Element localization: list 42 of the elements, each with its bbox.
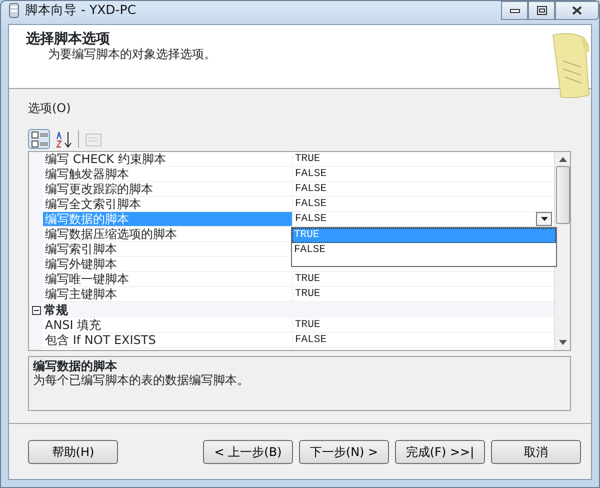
- window-title: 脚本向导 - YXD-PC: [25, 1, 136, 20]
- wizard-button[interactable]: 取消: [491, 440, 581, 464]
- property-value[interactable]: TRUE: [295, 288, 320, 300]
- property-value[interactable]: TRUE: [295, 319, 320, 331]
- wizard-button[interactable]: 下一步(N) >: [299, 440, 389, 464]
- wizard-button[interactable]: 帮助(H): [28, 440, 118, 464]
- close-icon: [572, 6, 582, 15]
- property-value[interactable]: FALSE: [295, 198, 327, 210]
- caret-icon: [540, 217, 548, 221]
- restore-icon: [536, 6, 546, 15]
- scroll-up-icon[interactable]: [558, 157, 566, 162]
- wizard-button[interactable]: 完成(F) >>|: [395, 440, 485, 464]
- page-subtitle: 为要编写脚本的对象选择选项。: [47, 47, 217, 62]
- scroll-down-icon[interactable]: [558, 340, 566, 345]
- property-name[interactable]: 编写唯一键脚本: [43, 272, 293, 287]
- property-name[interactable]: 编写更改跟踪的脚本: [43, 182, 293, 197]
- categorized-view-button[interactable]: [28, 129, 50, 149]
- dropdown-option[interactable]: FALSE: [292, 243, 556, 258]
- property-name[interactable]: ANSI 填充: [43, 318, 293, 333]
- minimize-button[interactable]: [501, 1, 528, 20]
- options-label: 选项(O): [28, 100, 72, 117]
- collapse-icon[interactable]: [32, 306, 41, 314]
- description-title: 编写数据的脚本: [33, 359, 118, 373]
- minimize-icon: [510, 8, 520, 12]
- property-name[interactable]: 编写触发器脚本: [43, 167, 293, 182]
- app-icon: [9, 3, 19, 18]
- property-value[interactable]: TRUE: [295, 273, 320, 285]
- description-text: 为每个已编写脚本的表的数据编写脚本。: [33, 373, 250, 387]
- property-value[interactable]: FALSE: [295, 334, 327, 346]
- category-label[interactable]: 常规: [44, 301, 68, 319]
- property-value[interactable]: FALSE: [295, 183, 327, 195]
- scrollbar-thumb[interactable]: [556, 166, 570, 224]
- property-value[interactable]: FALSE: [295, 168, 327, 180]
- wizard-button[interactable]: < 上一步(B): [203, 440, 293, 464]
- dropdown-button[interactable]: [536, 212, 552, 226]
- maximize-button[interactable]: [528, 1, 555, 20]
- property-value[interactable]: TRUE: [295, 153, 320, 165]
- property-name[interactable]: 编写 CHECK 约束脚本: [43, 152, 293, 167]
- property-value[interactable]: FALSE: [295, 213, 327, 225]
- close-button[interactable]: [555, 1, 599, 20]
- property-name[interactable]: 包含 If NOT EXISTS: [43, 333, 293, 348]
- page-title: 选择脚本选项: [26, 31, 111, 47]
